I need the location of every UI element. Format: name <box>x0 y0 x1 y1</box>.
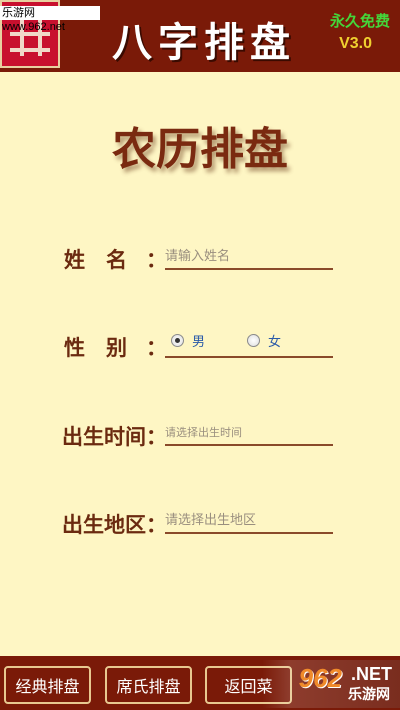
classic-chart-button[interactable]: 经典排盘 <box>4 666 91 704</box>
birth-region-label: 出生地区 <box>62 513 146 537</box>
gender-field: 男 女 <box>165 332 333 358</box>
birth-region-picker[interactable]: 请选择出生地区 <box>165 508 333 534</box>
name-input[interactable]: 请输入姓名 <box>165 244 333 270</box>
app-title: 八字排盘 <box>112 19 296 66</box>
birth-time-label: 出生时间 <box>62 425 146 449</box>
version-label: V3.0 <box>339 35 372 52</box>
gender-option-label: 男 <box>192 335 206 350</box>
gender-label: 性 别 <box>64 336 127 360</box>
name-placeholder: 请输入姓名 <box>165 249 231 264</box>
gender-radio-female[interactable]: 女 <box>247 331 281 350</box>
watermark-962: 962 <box>298 663 342 693</box>
page-title: 农历排盘 <box>112 124 288 175</box>
birth-time-colon: ： <box>146 425 167 449</box>
free-badge: 永久免费 <box>329 12 390 30</box>
birth-time-placeholder: 请选择出生时间 <box>165 426 242 439</box>
name-colon: ： <box>146 248 167 272</box>
gender-radio-male[interactable]: 男 <box>171 331 205 350</box>
radio-checked-icon <box>171 334 184 347</box>
watermark-cn: 乐游网 <box>348 687 390 703</box>
site-watermark-top: 乐游网 www.962.net <box>0 6 100 33</box>
app-header: 乐游网 www.962.net 八字排盘 永久免费 V3.0 <box>0 0 400 72</box>
gender-colon: ： <box>146 336 167 360</box>
name-label: 姓 名 <box>64 248 127 272</box>
gender-option-label: 女 <box>268 335 282 350</box>
birth-time-picker[interactable]: 请选择出生时间 <box>165 420 333 446</box>
birth-region-colon: ： <box>146 513 167 537</box>
watermark-net: .NET <box>350 664 392 684</box>
birth-region-placeholder: 请选择出生地区 <box>165 513 257 528</box>
xi-chart-button[interactable]: 席氏排盘 <box>105 666 192 704</box>
radio-unchecked-icon <box>247 334 260 347</box>
